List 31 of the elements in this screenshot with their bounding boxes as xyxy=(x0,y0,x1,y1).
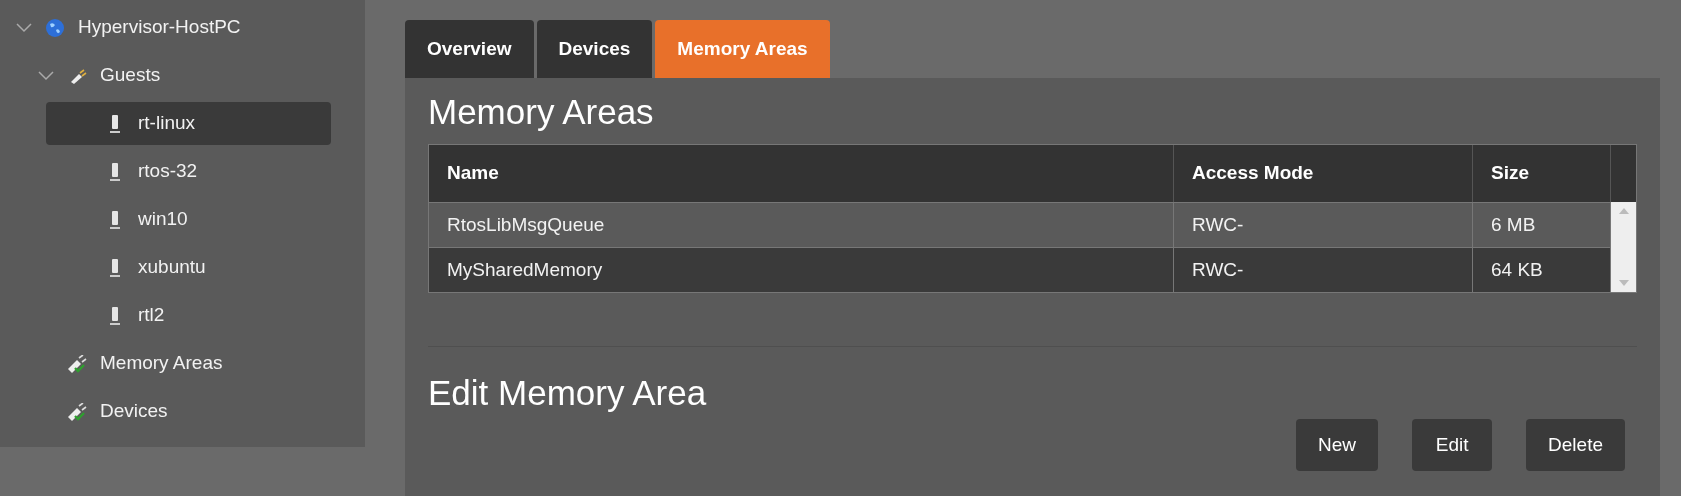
tree-item[interactable]: win10 xyxy=(46,198,331,241)
tab[interactable]: Devices xyxy=(536,20,653,78)
scrollbar[interactable] xyxy=(1611,202,1636,292)
tree-item[interactable]: Memory Areas xyxy=(0,342,331,385)
action-button[interactable]: Delete xyxy=(1526,419,1625,471)
server-icon xyxy=(108,209,122,230)
server-icon xyxy=(108,161,122,182)
table-cell: RWC- xyxy=(1174,248,1473,292)
server-icon xyxy=(108,257,122,278)
scroll-down-icon[interactable] xyxy=(1618,280,1629,286)
tree-item[interactable]: rt-linux xyxy=(46,102,331,145)
tree-item[interactable]: Guests xyxy=(0,54,331,97)
section-heading: Memory Areas xyxy=(428,92,654,132)
server-icon xyxy=(108,113,122,134)
tree-item[interactable]: Devices xyxy=(0,390,331,433)
table-cell: MySharedMemory xyxy=(429,248,1174,292)
plug-check-icon xyxy=(66,354,88,373)
plug-check-icon xyxy=(66,402,88,421)
chevron-icon[interactable] xyxy=(16,22,32,33)
chevron-icon[interactable] xyxy=(38,70,54,81)
action-button[interactable]: New xyxy=(1296,419,1379,471)
globe-icon xyxy=(45,17,65,38)
tree-item[interactable]: rtos-32 xyxy=(46,150,331,193)
tab[interactable]: Overview xyxy=(405,20,534,78)
action-button[interactable]: Edit xyxy=(1412,419,1493,471)
tree-item[interactable]: rtl2 xyxy=(46,294,331,337)
section-heading: Edit Memory Area xyxy=(428,373,707,413)
tree-item[interactable]: Hypervisor-HostPC xyxy=(0,6,331,49)
server-icon xyxy=(108,305,122,326)
tree-item[interactable]: xubuntu xyxy=(46,246,331,289)
scroll-up-icon[interactable] xyxy=(1618,208,1629,214)
